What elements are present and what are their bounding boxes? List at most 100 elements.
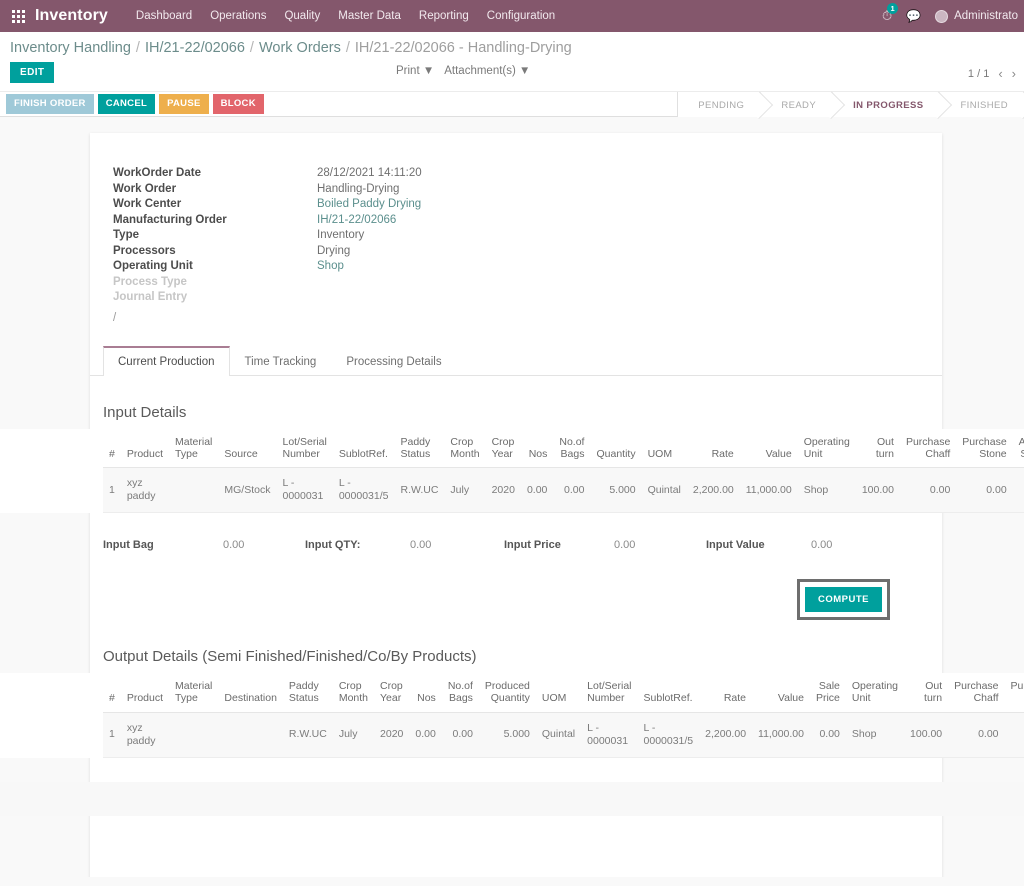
- col-lot-serial: Lot/Serial Number: [581, 673, 638, 713]
- cell-source: MG/Stock: [218, 467, 277, 514]
- cell-no-of-bags: 0.00: [553, 467, 591, 514]
- cell-no-of-bags: 0.00: [441, 712, 479, 758]
- trailing-slash-text: /: [113, 312, 117, 324]
- col-lot-serial: Lot/Serial Number: [276, 429, 333, 469]
- chevron-left-icon[interactable]: ‹: [998, 66, 1002, 81]
- total-input-value: Input Value 0.00: [706, 539, 832, 551]
- breadcrumb-item-inventory-handling[interactable]: Inventory Handling: [10, 40, 131, 56]
- menu-item-configuration[interactable]: Configuration: [487, 10, 555, 22]
- col-purchase-stone: Purchase Stone: [1004, 673, 1024, 713]
- next-row-partial[interactable]: [0, 781, 1024, 816]
- field-label: Work Center: [113, 198, 182, 210]
- menu-item-master-data[interactable]: Master Data: [338, 10, 401, 22]
- field-value: Handling-Drying: [317, 182, 400, 195]
- cell-produced-quantity: 5.000: [478, 712, 536, 758]
- cell-operating-unit: Shop: [845, 712, 905, 758]
- cell-paddy-status: R.W.UC: [394, 467, 445, 514]
- field-value-link[interactable]: Shop: [317, 260, 344, 272]
- col-value: Value: [739, 429, 798, 469]
- cell-material-type: [169, 467, 219, 514]
- field-value: 28/12/2021 14:11:20: [317, 167, 422, 179]
- status-step-in-progress[interactable]: IN PROGRESS: [832, 92, 940, 118]
- menu-item-quality[interactable]: Quality: [284, 10, 320, 22]
- chevron-right-icon[interactable]: ›: [1012, 66, 1016, 81]
- tab-processing-details[interactable]: Processing Details: [331, 346, 456, 376]
- field-label: Processors: [113, 244, 176, 257]
- menu-item-reporting[interactable]: Reporting: [419, 10, 469, 22]
- col-uom: UOM: [535, 673, 582, 713]
- compute-button[interactable]: COMPUTE: [805, 587, 882, 613]
- col-paddy-status: Paddy Status: [394, 429, 445, 469]
- app-brand-title[interactable]: Inventory: [35, 7, 108, 25]
- total-label: Input QTY:: [305, 539, 361, 552]
- user-menu[interactable]: Administrato: [935, 9, 1018, 23]
- breadcrumb-bar: Inventory Handling / IH/21-22/02066 / Wo…: [0, 32, 1024, 56]
- col-crop-month: Crop Month: [444, 429, 486, 469]
- col-nos: Nos: [409, 673, 442, 713]
- field-label: Process Type: [113, 275, 187, 288]
- field-value-link[interactable]: IH/21-22/02066: [317, 214, 396, 226]
- chat-bubble-icon[interactable]: 💬: [906, 9, 921, 23]
- field-label: Manufacturing Order: [113, 213, 227, 226]
- total-value: 0.00: [410, 539, 432, 552]
- field-operating-unit: Operating Unit Shop: [113, 260, 942, 272]
- attachments-dropdown[interactable]: Attachment(s) ▼: [444, 65, 530, 77]
- field-manufacturing-order: Manufacturing Order IH/21-22/02066: [113, 214, 942, 226]
- activity-menu[interactable]: ⏱ 1: [882, 3, 899, 25]
- edit-button[interactable]: EDIT: [10, 62, 55, 83]
- cell-operating-unit: Shop: [797, 467, 856, 514]
- input-details-title: Input Details: [103, 404, 187, 421]
- menu-item-operations[interactable]: Operations: [210, 10, 266, 22]
- table-row[interactable]: 1 xyz paddy R.W.UC July 2020 0.00 0.00 5…: [103, 712, 1024, 758]
- col-crop-year: Crop Year: [485, 429, 521, 469]
- pager-count: 1 / 1: [967, 67, 990, 80]
- record-pager: 1 / 1 ‹ ›: [968, 66, 1016, 81]
- print-dropdown[interactable]: Print ▼: [396, 65, 434, 77]
- top-navbar: Inventory Dashboard Operations Quality M…: [0, 0, 1024, 32]
- col-sublot-ref: SublotRef.: [637, 673, 700, 713]
- cell-index: 1: [103, 712, 121, 758]
- block-button[interactable]: BLOCK: [212, 94, 264, 114]
- col-material-type: Material Type: [169, 673, 219, 713]
- status-action-bar: FINISH ORDER CANCEL PAUSE BLOCK PENDING …: [0, 91, 1024, 118]
- output-details-table-scroll[interactable]: # Product Material Type Destination Padd…: [0, 673, 1024, 758]
- menu-item-dashboard[interactable]: Dashboard: [136, 10, 192, 22]
- finish-order-button[interactable]: FINISH ORDER: [6, 94, 94, 114]
- field-label: Journal Entry: [113, 291, 188, 303]
- field-value-link[interactable]: Boiled Paddy Drying: [317, 198, 421, 210]
- breadcrumb-item-order-ref[interactable]: IH/21-22/02066: [145, 40, 245, 56]
- col-quantity: Quantity: [590, 429, 642, 469]
- total-value: 0.00: [614, 539, 636, 552]
- field-label: Type: [113, 229, 139, 241]
- table-row[interactable]: 1 xyz paddy MG/Stock L - 0000031 L - 000…: [103, 467, 1024, 514]
- user-name-label: Administrato: [954, 10, 1018, 22]
- grid-apps-icon[interactable]: [12, 9, 25, 23]
- cell-sublot-ref: L - 0000031/5: [332, 467, 395, 514]
- cell-purchase-stone: 0.00: [956, 467, 1013, 514]
- tab-current-production[interactable]: Current Production: [103, 346, 230, 376]
- col-no-of-bags: No.of Bags: [553, 429, 591, 469]
- cell-product: xyz paddy: [120, 712, 170, 758]
- col-operating-unit: Operating Unit: [797, 429, 856, 469]
- cancel-button[interactable]: CANCEL: [97, 94, 156, 114]
- cell-index: 1: [103, 467, 121, 514]
- cell-out-turn: 100.00: [855, 467, 900, 514]
- status-step-pending[interactable]: PENDING: [677, 92, 761, 118]
- activity-count-badge: 1: [887, 3, 899, 14]
- col-operating-unit: Operating Unit: [845, 673, 905, 713]
- input-details-table-scroll[interactable]: # Product Material Type Source Lot/Seria…: [0, 429, 1024, 514]
- form-scroll-area[interactable]: WorkOrder Date 28/12/2021 14:11:20 Work …: [0, 117, 1024, 877]
- tab-time-tracking[interactable]: Time Tracking: [230, 346, 332, 376]
- status-stepper: PENDING READY IN PROGRESS FINISHED: [677, 92, 1024, 118]
- col-crop-month: Crop Month: [332, 673, 375, 713]
- input-details-table: # Product Material Type Source Lot/Seria…: [103, 429, 1024, 514]
- output-details-title: Output Details (Semi Finished/Finished/C…: [103, 648, 477, 666]
- pause-button[interactable]: PAUSE: [159, 94, 209, 114]
- cell-rate: 2,200.00: [699, 712, 753, 758]
- total-input-price: Input Price 0.00: [504, 539, 706, 551]
- cell-purchase-stone: 0.00: [1004, 712, 1024, 758]
- total-input-bag: Input Bag 0.00: [103, 539, 305, 551]
- breadcrumb-item-work-orders[interactable]: Work Orders: [259, 40, 341, 56]
- field-workorder-date: WorkOrder Date 28/12/2021 14:11:20: [113, 167, 942, 179]
- cell-lot-serial: L - 0000031: [276, 467, 333, 514]
